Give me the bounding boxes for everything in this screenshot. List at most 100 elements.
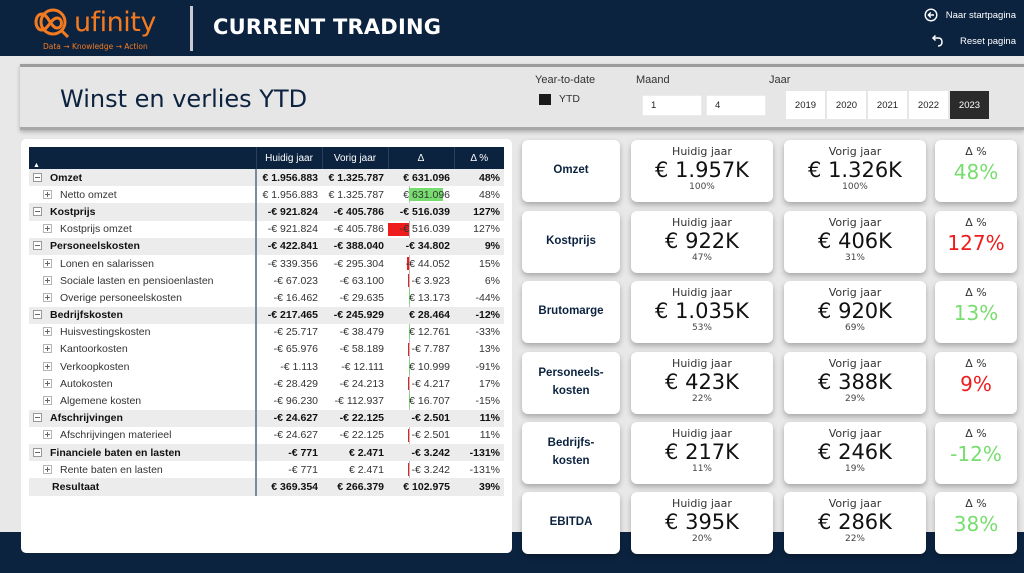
matrix-row[interactable]: Kantoorkosten -€ 65.976 -€ 58.189 -€ 7.787 1… (29, 340, 504, 359)
kpi-name-card-brutomarge[interactable]: Brutomarge (522, 281, 620, 343)
delta-pct-value-cell: 48% (454, 186, 504, 204)
sort-ascending-icon[interactable]: ▲ (29, 147, 256, 169)
matrix-row[interactable]: Algemene kosten -€ 96.230 -€ 112.937 € 16.7… (29, 392, 504, 410)
previous-year-value: -€ 12.111 (341, 360, 384, 373)
expand-plus-icon[interactable] (43, 189, 52, 199)
row-label: Kostprijs (50, 205, 96, 218)
collapse-minus-icon[interactable] (33, 310, 42, 320)
previous-year-value: -€ 22.125 (339, 412, 384, 425)
current-year-value-cell: -€ 921.824 (255, 203, 322, 221)
row-label-cell: Kostprijs (29, 203, 256, 221)
kpi-current-year-share: 47% (691, 253, 712, 263)
year-button-2022[interactable]: 2022 (909, 91, 948, 119)
column-header-delta[interactable]: Δ (387, 147, 454, 169)
expand-plus-icon[interactable] (43, 327, 52, 337)
collapse-minus-icon[interactable] (33, 206, 42, 216)
current-year-value: € 1.956.883 (262, 171, 318, 184)
matrix-row[interactable]: Afschrijvingen materieel -€ 24.627 -€ 22.1… (29, 426, 504, 444)
matrix-group-row[interactable]: Afschrijvingen -€ 24.627 -€ 22.125 -€ 2.501… (29, 409, 504, 427)
matrix-row[interactable]: Huisvestingskosten -€ 25.717 -€ 38.479 € 12… (29, 323, 504, 341)
current-year-value-cell: -€ 16.462 (255, 289, 322, 307)
expand-plus-icon[interactable] (43, 224, 52, 234)
expand-plus-icon[interactable] (43, 464, 52, 474)
ytd-checkbox[interactable]: YTD (539, 93, 580, 105)
back-arrow-circle-icon (924, 8, 938, 22)
row-label: Omzet (50, 171, 83, 184)
expand-plus-icon[interactable] (43, 344, 52, 354)
negative-databar (408, 428, 409, 442)
matrix-row[interactable]: Lonen en salarissen -€ 339.356 -€ 295.304 -… (29, 254, 504, 273)
kpi-name: Brutomarge (538, 305, 604, 318)
month-from-input[interactable]: 1 (642, 95, 702, 116)
delta-pct-value: 127% (473, 223, 500, 236)
row-label: Overige personeelskosten (60, 291, 182, 304)
matrix-row[interactable]: Rente baten en lasten -€ 771 € 2.471 -€ 3.2… (29, 461, 504, 479)
kpi-current-year-value: € 217K (665, 440, 739, 464)
previous-year-value-cell: € 1.325.787 (322, 186, 388, 204)
delta-value: -€ 516.039 (399, 223, 450, 236)
delta-pct-value-cell: 13% (454, 340, 504, 359)
kpi-current-year-value: € 395K (665, 510, 739, 534)
current-year-value: -€ 921.824 (267, 205, 318, 218)
matrix-row[interactable]: Overige personeelskosten -€ 16.462 -€ 29.6… (29, 289, 504, 307)
nav-start-page-link[interactable]: Naar startpagina (924, 8, 1016, 22)
kpi-name-card-ebitda[interactable]: EBITDA (522, 492, 620, 554)
collapse-minus-icon[interactable] (33, 241, 42, 251)
kpi-caption: Vorig jaar (828, 427, 882, 440)
kpi-name-card-personeelskosten[interactable]: Personeels- kosten (522, 352, 620, 414)
matrix-row[interactable]: Kostprijs omzet -€ 921.824 -€ 405.786 -€ 51… (29, 220, 504, 238)
kpi-previous-year-value: € 286K (818, 510, 892, 534)
kpi-current-year-card-ebitda: Huidig jaar € 395K 20% (631, 492, 773, 554)
matrix-group-row[interactable]: Bedrijfskosten -€ 217.465 -€ 245.929 € 28.4… (29, 306, 504, 324)
year-button-2020[interactable]: 2020 (827, 91, 866, 119)
negative-databar (408, 274, 409, 288)
matrix-group-row[interactable]: Personeelskosten -€ 422.841 -€ 388.040 -€ 3… (29, 237, 504, 255)
matrix-total-row[interactable]: Resultaat € 369.354 € 266.379 € 102.975 39% (29, 478, 504, 496)
matrix-group-row[interactable]: Financiele baten en lasten -€ 771 € 2.471 -… (29, 444, 504, 462)
matrix-row[interactable]: Sociale lasten en pensioenlasten -€ 67.02… (29, 272, 504, 290)
expand-plus-icon[interactable] (43, 396, 52, 406)
collapse-minus-icon[interactable] (33, 172, 42, 182)
current-year-value-cell: -€ 28.429 (255, 375, 322, 393)
current-year-value-cell: -€ 96.230 (255, 392, 322, 410)
delta-value: € 10.999 (409, 360, 450, 373)
month-to-input[interactable]: 4 (706, 95, 766, 116)
matrix-row[interactable]: Netto omzet € 1.956.883 € 1.325.787 € 631.0… (29, 186, 504, 204)
year-button-2021[interactable]: 2021 (868, 91, 907, 119)
expand-plus-icon[interactable] (43, 430, 52, 440)
kpi-name-card-kostprijs[interactable]: Kostprijs (522, 211, 620, 273)
kpi-name-card-bedrijfskosten[interactable]: Bedrijfs- kosten (522, 422, 620, 484)
matrix-row[interactable]: Autokosten -€ 28.429 -€ 24.213 -€ 4.217 17% (29, 375, 504, 393)
matrix-row[interactable]: Verkoopkosten -€ 1.113 -€ 12.111 € 10.999 -9… (29, 358, 504, 376)
kpi-previous-year-card-kostprijs: Vorig jaar € 406K 31% (784, 211, 926, 273)
kpi-previous-year-value: € 406K (818, 229, 892, 253)
collapse-minus-icon[interactable] (33, 447, 42, 457)
delta-pct-value: -33% (475, 326, 500, 339)
kpi-name-card-omzet[interactable]: Omzet (522, 140, 620, 202)
matrix-group-row[interactable]: Kostprijs -€ 921.824 -€ 405.786 -€ 516.039 1… (29, 203, 504, 221)
expand-plus-icon[interactable] (43, 275, 52, 285)
header-divider (190, 6, 193, 51)
reset-page-button[interactable]: Reset pagina (930, 34, 1016, 48)
expand-plus-icon[interactable] (43, 292, 52, 302)
kpi-current-year-card-bedrijfskosten: Huidig jaar € 217K 11% (631, 422, 773, 484)
collapse-minus-icon[interactable] (33, 413, 42, 423)
expand-plus-icon[interactable] (43, 258, 52, 268)
filter-panel: Winst en verlies YTD Year-to-date YTD Ma… (20, 64, 1024, 130)
matrix-group-row[interactable]: Omzet € 1.956.883 € 1.325.787 € 631.096 48% (29, 169, 504, 187)
kpi-previous-year-card-ebitda: Vorig jaar € 286K 22% (784, 492, 926, 554)
kpi-delta-pct-card-bedrijfskosten: Δ % -12% (935, 422, 1017, 484)
current-year-value-cell: € 1.956.883 (255, 186, 322, 204)
column-header-previous-year[interactable]: Vorig jaar (321, 147, 388, 169)
year-button-2019[interactable]: 2019 (786, 91, 825, 119)
delta-value-cell: € 12.761 (388, 323, 454, 341)
delta-value: -€ 4.217 (411, 377, 450, 390)
column-header-current-year[interactable]: Huidig jaar (255, 147, 322, 169)
expand-plus-icon[interactable] (43, 361, 52, 371)
undo-icon (931, 34, 943, 47)
year-button-2023[interactable]: 2023 (950, 91, 989, 119)
negative-databar (408, 342, 409, 356)
kpi-previous-year-share: 19% (844, 464, 865, 474)
column-header-delta-pct[interactable]: Δ % (453, 147, 504, 169)
expand-plus-icon[interactable] (43, 378, 52, 388)
